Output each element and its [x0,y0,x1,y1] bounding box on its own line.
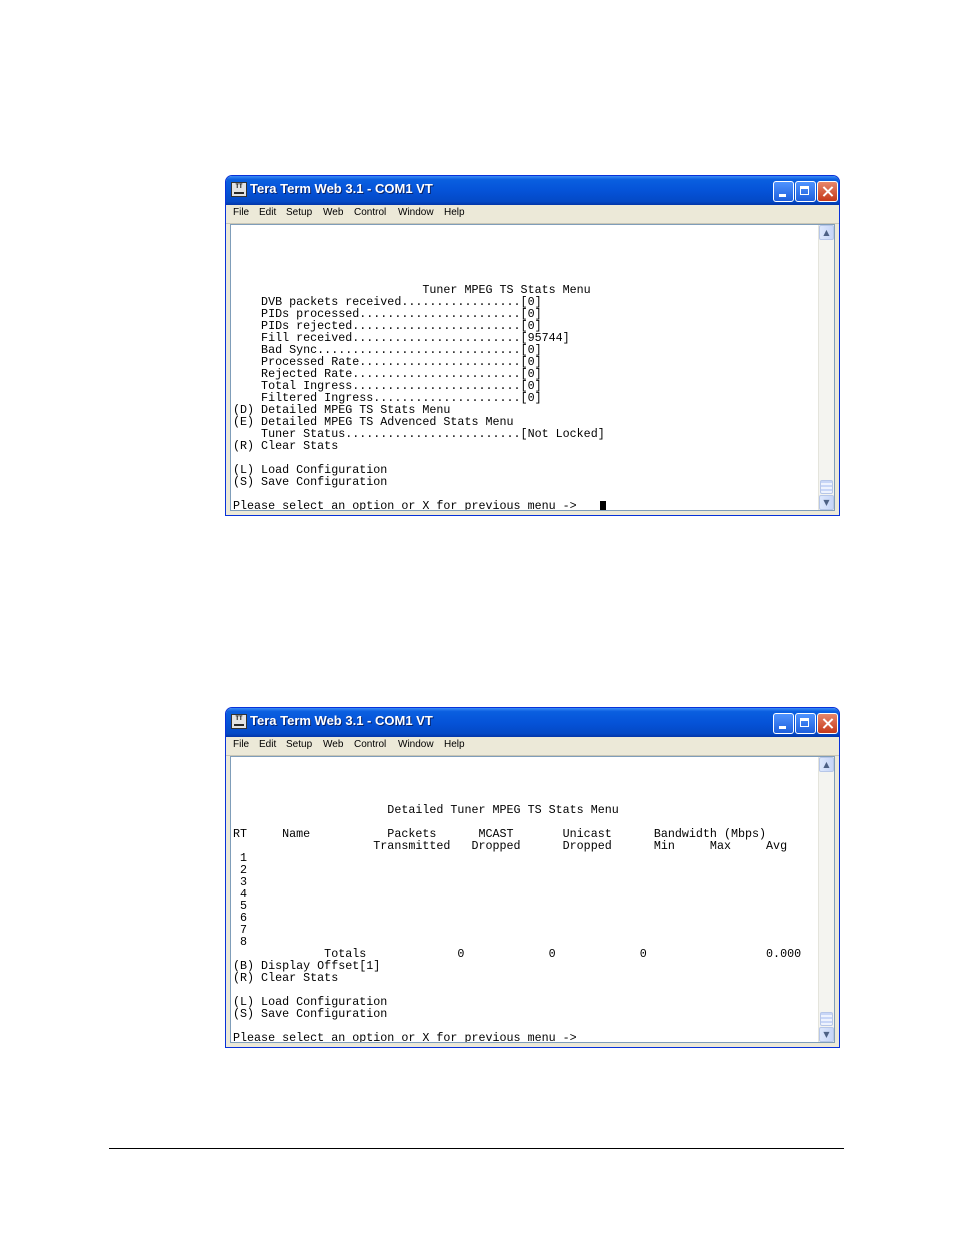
terminal-window-detailed-stats: TT Tera Term Web 3.1 - COM1 VT File Edit… [225,707,840,1048]
vertical-scrollbar[interactable]: ▲ ▼ [818,757,834,1042]
menu-help[interactable]: Help [444,739,465,750]
scroll-up-arrow-icon[interactable]: ▲ [819,225,834,240]
scroll-down-arrow-icon[interactable]: ▼ [819,495,834,510]
menu-window[interactable]: Window [398,739,434,750]
window-title: Tera Term Web 3.1 - COM1 VT [250,181,433,196]
terminal-screen[interactable]: Detailed Tuner MPEG TS Stats Menu RT Nam… [230,756,835,1043]
menu-control[interactable]: Control [354,207,386,218]
scroll-thumb[interactable] [820,480,833,494]
footer-divider [109,1148,844,1149]
screen-title: Detailed Tuner MPEG TS Stats Menu [233,803,619,817]
menu-help[interactable]: Help [444,207,465,218]
tera-term-app-icon[interactable]: TT [231,714,247,729]
window-title: Tera Term Web 3.1 - COM1 VT [250,713,433,728]
option-save-config: (S) Save Configuration [233,475,388,489]
text-cursor [600,501,606,510]
tera-term-app-icon[interactable]: TT [231,182,247,197]
minimize-button[interactable] [773,713,794,734]
menu-web[interactable]: Web [323,207,343,218]
option-clear-stats: (R) Clear Stats [233,439,339,453]
vertical-scrollbar[interactable]: ▲ ▼ [818,225,834,510]
terminal-window-tuner-stats: TT Tera Term Web 3.1 - COM1 VT File Edit… [225,175,840,516]
menu-bar: File Edit Setup Web Control Window Help [226,205,839,224]
menu-edit[interactable]: Edit [259,739,276,750]
menu-file[interactable]: File [233,207,249,218]
title-bar[interactable]: TT Tera Term Web 3.1 - COM1 VT [226,176,839,205]
menu-file[interactable]: File [233,739,249,750]
title-bar[interactable]: TT Tera Term Web 3.1 - COM1 VT [226,708,839,737]
table-header-row-2: Transmitted Dropped Dropped Min Max Avg [233,839,788,853]
menu-edit[interactable]: Edit [259,207,276,218]
menu-setup[interactable]: Setup [286,739,312,750]
menu-setup[interactable]: Setup [286,207,312,218]
menu-window[interactable]: Window [398,207,434,218]
close-button[interactable] [817,713,838,734]
menu-web[interactable]: Web [323,739,343,750]
prompt-line: Please select an option or X for previou… [233,1031,577,1043]
option-save-config: (S) Save Configuration [233,1007,388,1021]
menu-bar: File Edit Setup Web Control Window Help [226,737,839,756]
terminal-screen[interactable]: Tuner MPEG TS Stats Menu DVB packets rec… [230,224,835,511]
option-clear-stats: (R) Clear Stats [233,971,339,985]
maximize-button[interactable] [795,181,816,202]
scroll-up-arrow-icon[interactable]: ▲ [819,757,834,772]
maximize-button[interactable] [795,713,816,734]
prompt-line: Please select an option or X for previou… [233,499,584,511]
minimize-button[interactable] [773,181,794,202]
scroll-thumb[interactable] [820,1012,833,1026]
menu-control[interactable]: Control [354,739,386,750]
scroll-down-arrow-icon[interactable]: ▼ [819,1027,834,1042]
close-button[interactable] [817,181,838,202]
